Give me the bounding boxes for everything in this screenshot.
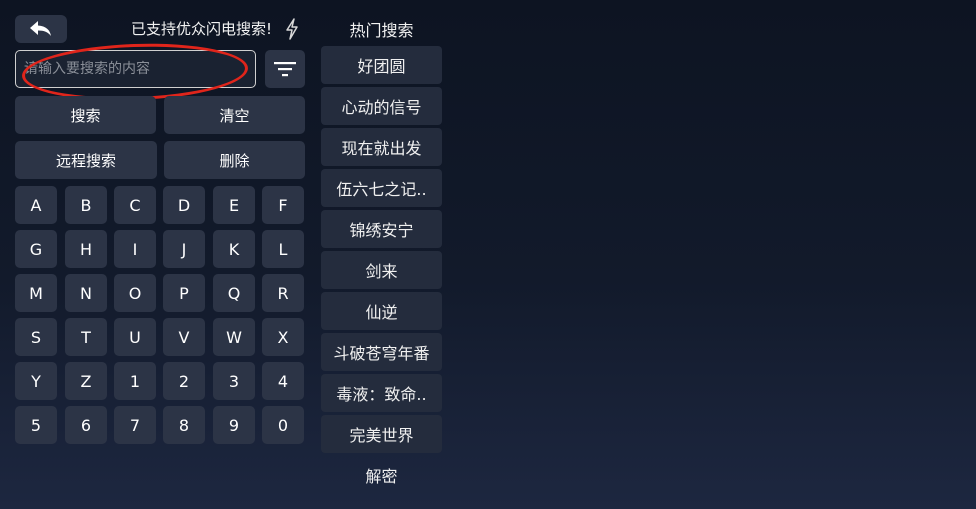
- key-9[interactable]: 9: [213, 406, 255, 444]
- lightning-icon: [286, 18, 298, 40]
- hot-search-item[interactable]: 现在就出发: [321, 128, 442, 166]
- hot-search-item[interactable]: 完美世界: [321, 415, 442, 453]
- key-m[interactable]: M: [15, 274, 57, 312]
- key-i[interactable]: I: [114, 230, 156, 268]
- key-e[interactable]: E: [213, 186, 255, 224]
- key-6[interactable]: 6: [65, 406, 107, 444]
- key-r[interactable]: R: [262, 274, 304, 312]
- hot-search-list: 好团圆 心动的信号 现在就出发 伍六七之记.. 锦绣安宁 剑来 仙逆 斗破苍穹年番 毒液：致命.…: [321, 46, 442, 497]
- filter-icon: [274, 62, 296, 77]
- back-button[interactable]: [15, 15, 67, 43]
- hot-search-title: 热门搜索: [349, 21, 414, 40]
- key-w[interactable]: W: [213, 318, 255, 356]
- hot-search-item[interactable]: 伍六七之记..: [321, 169, 442, 207]
- key-b[interactable]: B: [65, 186, 107, 224]
- filter-button[interactable]: [265, 50, 305, 88]
- key-z[interactable]: Z: [65, 362, 107, 400]
- key-5[interactable]: 5: [15, 406, 57, 444]
- key-s[interactable]: S: [15, 318, 57, 356]
- hot-search-item[interactable]: 毒液：致命..: [321, 374, 442, 412]
- lightning-button[interactable]: [281, 15, 303, 43]
- key-o[interactable]: O: [114, 274, 156, 312]
- hot-search-item[interactable]: 斗破苍穹年番: [321, 333, 442, 371]
- key-u[interactable]: U: [114, 318, 156, 356]
- key-g[interactable]: G: [15, 230, 57, 268]
- search-button[interactable]: 搜索: [15, 96, 156, 134]
- key-q[interactable]: Q: [213, 274, 255, 312]
- key-4[interactable]: 4: [262, 362, 304, 400]
- key-v[interactable]: V: [163, 318, 205, 356]
- key-p[interactable]: P: [163, 274, 205, 312]
- key-1[interactable]: 1: [114, 362, 156, 400]
- key-7[interactable]: 7: [114, 406, 156, 444]
- search-input[interactable]: [15, 50, 256, 88]
- search-notice: 已支持优众闪电搜索!: [130, 20, 272, 38]
- hot-search-item[interactable]: 仙逆: [321, 292, 442, 330]
- key-8[interactable]: 8: [163, 406, 205, 444]
- key-x[interactable]: X: [262, 318, 304, 356]
- key-f[interactable]: F: [262, 186, 304, 224]
- hot-search-item[interactable]: 解密: [321, 456, 442, 494]
- key-c[interactable]: C: [114, 186, 156, 224]
- key-h[interactable]: H: [65, 230, 107, 268]
- key-k[interactable]: K: [213, 230, 255, 268]
- key-a[interactable]: A: [15, 186, 57, 224]
- clear-button[interactable]: 清空: [164, 96, 305, 134]
- key-j[interactable]: J: [163, 230, 205, 268]
- hot-search-item[interactable]: 心动的信号: [321, 87, 442, 125]
- key-2[interactable]: 2: [163, 362, 205, 400]
- hot-search-item[interactable]: 锦绣安宁: [321, 210, 442, 248]
- delete-button[interactable]: 删除: [164, 141, 305, 179]
- key-0[interactable]: 0: [262, 406, 304, 444]
- key-n[interactable]: N: [65, 274, 107, 312]
- key-y[interactable]: Y: [15, 362, 57, 400]
- key-t[interactable]: T: [65, 318, 107, 356]
- key-d[interactable]: D: [163, 186, 205, 224]
- remote-search-button[interactable]: 远程搜索: [15, 141, 157, 179]
- key-3[interactable]: 3: [213, 362, 255, 400]
- hot-search-item[interactable]: 好团圆: [321, 46, 442, 84]
- back-arrow-icon: [30, 21, 51, 36]
- hot-search-item[interactable]: 剑来: [321, 251, 442, 289]
- key-l[interactable]: L: [262, 230, 304, 268]
